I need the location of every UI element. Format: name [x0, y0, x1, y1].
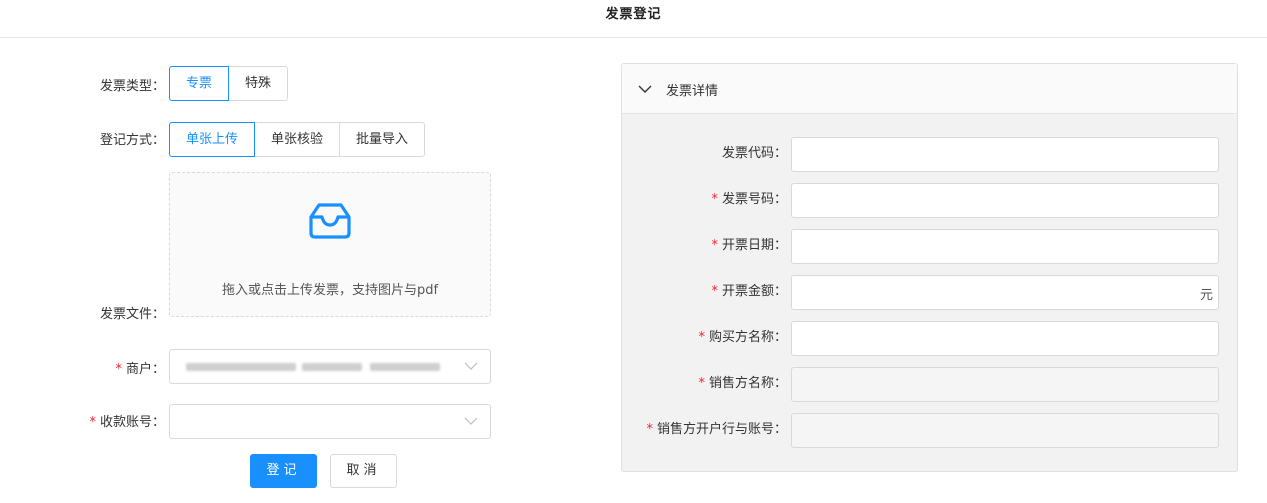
- single-upload-button[interactable]: 单张上传: [169, 122, 256, 157]
- invoice-type-special-vat-button[interactable]: 专票: [169, 66, 230, 101]
- inbox-icon: [309, 203, 351, 239]
- invoice-type-group: 专票 特殊: [169, 66, 289, 101]
- invoice-code-input[interactable]: [791, 137, 1219, 172]
- page-header: 发票登记: [0, 0, 1267, 38]
- invoice-date-label: * 开票日期：: [622, 238, 787, 254]
- invoice-file-label: 发票文件：: [99, 307, 165, 322]
- invoice-date-label-text: 开票日期：: [721, 238, 787, 253]
- merchant-label: * 商户：: [60, 362, 165, 378]
- required-mark: *: [711, 284, 718, 299]
- merchant-label-text: 商户：: [125, 362, 165, 377]
- buyer-name-label-text: 购买方名称：: [708, 330, 787, 345]
- seller-bank-account-input[interactable]: [791, 413, 1219, 448]
- invoice-number-label: * 发票号码：: [622, 192, 787, 208]
- required-mark: *: [711, 238, 718, 253]
- invoice-details-title: 发票详情: [666, 84, 719, 99]
- redacted-value: [302, 363, 362, 371]
- buyer-name-input[interactable]: [791, 321, 1219, 356]
- chevron-down-icon: [638, 85, 652, 93]
- merchant-select[interactable]: [169, 349, 491, 384]
- seller-bank-account-label: * 销售方开户行与账号：: [622, 422, 787, 438]
- invoice-amount-input[interactable]: [791, 275, 1219, 310]
- page-title: 发票登记: [605, 7, 662, 22]
- register-button[interactable]: 登记: [250, 454, 317, 488]
- cancel-button[interactable]: 取消: [330, 454, 397, 488]
- required-mark: *: [698, 330, 705, 345]
- invoice-type-label: 发票类型：: [99, 79, 165, 94]
- seller-name-input[interactable]: [791, 367, 1219, 402]
- required-mark: *: [115, 362, 122, 377]
- payee-account-label: * 收款账号：: [60, 415, 165, 431]
- required-mark: *: [646, 422, 653, 437]
- upload-hint: 拖入或点击上传发票，支持图片与pdf: [221, 283, 439, 298]
- invoice-amount-label: * 开票金额：: [622, 284, 787, 300]
- required-mark: *: [698, 376, 705, 391]
- invoice-upload-dropzone[interactable]: 拖入或点击上传发票，支持图片与pdf: [169, 172, 491, 317]
- invoice-number-label-text: 发票号码：: [721, 192, 787, 207]
- register-method-group: 单张上传 单张核验 批量导入: [169, 122, 426, 157]
- required-mark: *: [711, 192, 718, 207]
- single-verify-button[interactable]: 单张核验: [254, 122, 341, 157]
- seller-bank-account-label-text: 销售方开户行与账号：: [656, 422, 787, 437]
- invoice-details-header[interactable]: 发票详情: [622, 64, 1237, 114]
- chevron-down-icon: [464, 362, 478, 370]
- invoice-amount-unit: 元: [1199, 288, 1213, 303]
- seller-name-label-text: 销售方名称：: [708, 376, 787, 391]
- redacted-value: [186, 363, 296, 371]
- invoice-type-special-button[interactable]: 特殊: [228, 66, 289, 101]
- invoice-amount-label-text: 开票金额：: [721, 284, 787, 299]
- chevron-down-icon: [464, 417, 478, 425]
- invoice-code-label: 发票代码：: [622, 146, 787, 162]
- invoice-code-label-text: 发票代码：: [721, 146, 787, 161]
- payee-account-select[interactable]: [169, 404, 491, 439]
- payee-account-label-text: 收款账号：: [99, 415, 165, 430]
- redacted-value: [370, 363, 440, 371]
- batch-import-button[interactable]: 批量导入: [339, 122, 426, 157]
- register-method-label: 登记方式：: [99, 133, 165, 148]
- invoice-number-input[interactable]: [791, 183, 1219, 218]
- seller-name-label: * 销售方名称：: [622, 376, 787, 392]
- buyer-name-label: * 购买方名称：: [622, 330, 787, 346]
- invoice-details-panel: 发票详情 发票代码： * 发票号码： * 开票日期： * 开票金额：元 * 购买方名称： * 销售方…: [621, 63, 1238, 472]
- invoice-date-input[interactable]: [791, 229, 1219, 264]
- required-mark: *: [89, 415, 96, 430]
